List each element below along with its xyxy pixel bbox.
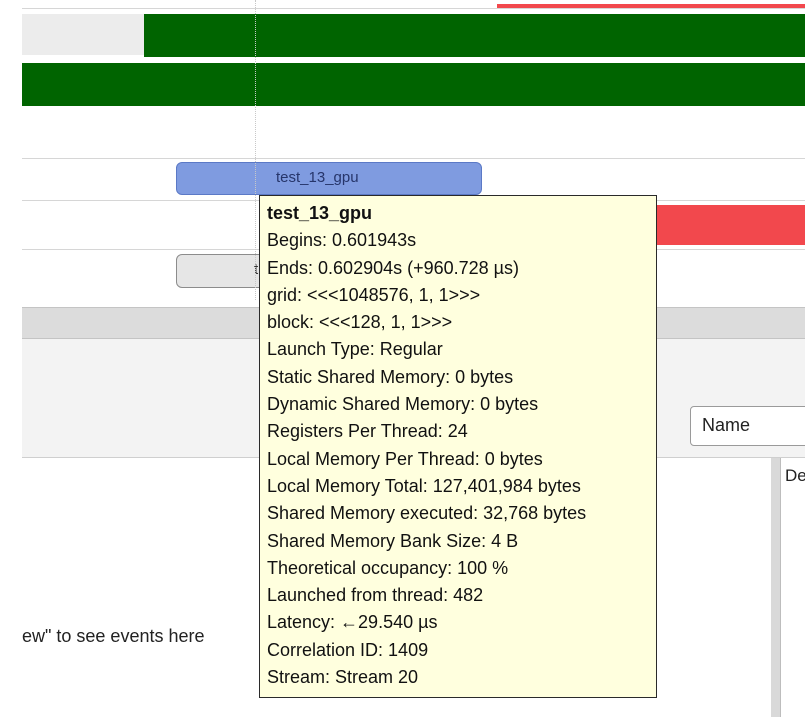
tooltip-block: block: <<<128, 1, 1>>> <box>267 312 453 333</box>
row-divider <box>22 158 805 159</box>
tooltip-theoretical-occupancy: Theoretical occupancy: 100 % <box>267 557 509 578</box>
tooltip-correlation-id: Correlation ID: 1409 <box>267 639 429 660</box>
tooltip-latency: Latency: ←29.540 µs <box>267 612 438 633</box>
tooltip-local-memory-total: Local Memory Total: 127,401,984 bytes <box>267 475 581 496</box>
sort-by-select-value: Name <box>702 415 751 435</box>
tooltip-begins: Begins: 0.601943s <box>267 230 417 251</box>
events-hint-text: ew" to see events here <box>22 626 205 646</box>
description-header: De <box>785 466 805 485</box>
timeline-green-bar-1[interactable] <box>144 14 805 57</box>
kernel-tooltip: test_13_gpu Begins: 0.601943s Ends: 0.60… <box>259 195 657 698</box>
events-scrollbar[interactable] <box>771 458 780 717</box>
tooltip-launched-from-thread: Launched from thread: 482 <box>267 585 484 606</box>
tooltip-ends: Ends: 0.602904s (+960.728 µs) <box>267 257 520 278</box>
tooltip-registers-per-thread: Registers Per Thread: 24 <box>267 421 468 442</box>
timeline-green-bar-2[interactable] <box>22 63 805 106</box>
tooltip-shared-memory-bank-size: Shared Memory Bank Size: 4 B <box>267 530 519 551</box>
tooltip-dynamic-shared-memory: Dynamic Shared Memory: 0 bytes <box>267 394 539 415</box>
row-divider <box>22 8 805 9</box>
tooltip-shared-memory-executed: Shared Memory executed: 32,768 bytes <box>267 503 587 524</box>
tooltip-stream: Stream: Stream 20 <box>267 667 419 688</box>
timeline-red-bar-top[interactable] <box>497 4 805 8</box>
tooltip-launch-type: Launch Type: Regular <box>267 339 443 360</box>
kernel-bar-label: test_13_gpu <box>276 169 359 186</box>
tooltip-grid: grid: <<<1048576, 1, 1>>> <box>267 284 481 305</box>
description-pane <box>780 458 805 717</box>
tooltip-local-memory-per-thread: Local Memory Per Thread: 0 bytes <box>267 448 543 469</box>
time-cursor-guide <box>255 0 256 300</box>
timeline-empty-segment <box>22 14 144 55</box>
tooltip-title: test_13_gpu <box>267 203 373 223</box>
tooltip-static-shared-memory: Static Shared Memory: 0 bytes <box>267 366 514 387</box>
